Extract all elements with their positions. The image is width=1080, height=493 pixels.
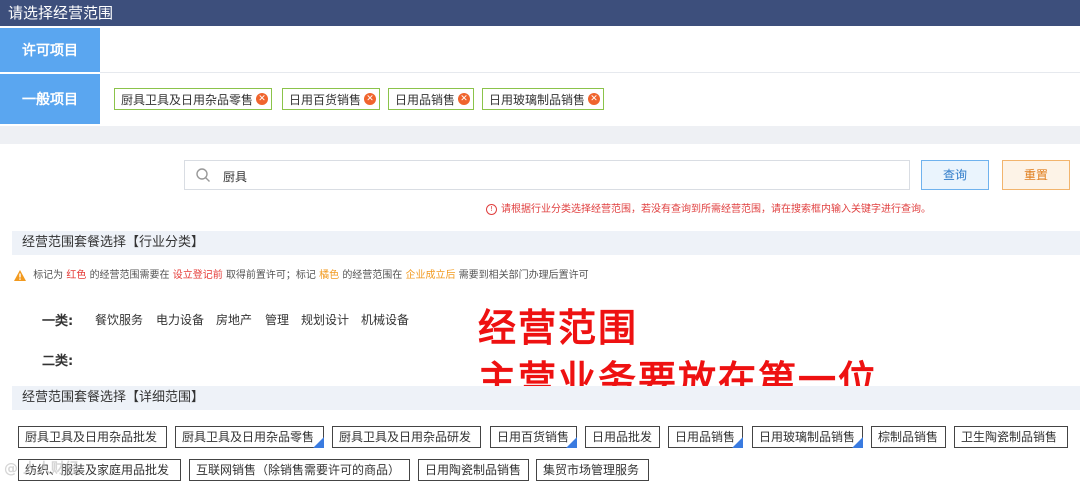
query-button[interactable]: 查询 bbox=[921, 160, 989, 190]
scope-chip[interactable]: 厨具卫具及日用杂品研发 bbox=[332, 426, 481, 448]
scope-chip[interactable]: 卫生陶瓷制品销售 bbox=[954, 426, 1068, 448]
remove-icon[interactable]: ✕ bbox=[588, 93, 601, 105]
class2-label: 二类: bbox=[42, 354, 74, 369]
licensed-items-label: 许可项目 bbox=[0, 28, 100, 72]
industry-option[interactable]: 电力设备 bbox=[156, 311, 204, 328]
selected-tag[interactable]: 日用百货销售 ✕ bbox=[282, 88, 381, 110]
scope-chip[interactable]: 厨具卫具及日用杂品批发 bbox=[18, 426, 167, 448]
search-icon bbox=[196, 168, 210, 182]
dialog-title: 请选择经营范围 bbox=[8, 4, 114, 22]
scope-chip-selected[interactable]: 厨具卫具及日用杂品零售 bbox=[175, 426, 324, 448]
industry-option[interactable]: 房地产 bbox=[216, 311, 252, 328]
detail-package-header: 经营范围套餐选择【详细范围】 bbox=[12, 386, 1080, 410]
remove-icon[interactable]: ✕ bbox=[364, 93, 377, 105]
info-icon: ! bbox=[486, 203, 497, 215]
warning-icon bbox=[14, 269, 26, 281]
scope-chip[interactable]: 日用品批发 bbox=[585, 426, 660, 448]
industry-option[interactable]: 机械设备 bbox=[361, 311, 409, 328]
scope-chip-selected[interactable]: 日用百货销售 bbox=[490, 426, 577, 448]
search-hint: ! 请根据行业分类选择经营范围，若没有查询到所需经营范围，请在搜索框内输入关键字进… bbox=[486, 200, 931, 215]
watermark: @ 人人财经 bbox=[4, 461, 79, 477]
permit-notice: 标记为 红色 的经营范围需要在 设立登记前 取得前置许可；标记 橘色 的经营范围… bbox=[14, 266, 589, 281]
scope-chip-selected[interactable]: 日用玻璃制品销售 bbox=[752, 426, 863, 448]
selected-tag[interactable]: 厨具卫具及日用杂品零售 ✕ bbox=[114, 88, 273, 110]
industry-option[interactable]: 餐饮服务 bbox=[95, 311, 143, 328]
scope-chip[interactable]: 互联网销售（除销售需要许可的商品） bbox=[189, 459, 410, 481]
overlay-annotation-line1: 经营范围 bbox=[478, 306, 639, 350]
reset-button[interactable]: 重置 bbox=[1002, 160, 1070, 190]
row-divider bbox=[100, 72, 1080, 73]
industry-option[interactable]: 管理 bbox=[265, 311, 289, 328]
industry-package-header: 经营范围套餐选择【行业分类】 bbox=[12, 231, 1080, 255]
remove-icon[interactable]: ✕ bbox=[458, 93, 471, 105]
general-items-label: 一般项目 bbox=[0, 74, 100, 124]
scope-chip[interactable]: 集贸市场管理服务 bbox=[536, 459, 649, 481]
remove-icon[interactable]: ✕ bbox=[256, 93, 269, 105]
section-spacer bbox=[0, 126, 1080, 144]
scope-chip[interactable]: 棕制品销售 bbox=[871, 426, 946, 448]
search-input[interactable] bbox=[221, 165, 885, 187]
class1-label: 一类: bbox=[42, 314, 74, 329]
selected-tag[interactable]: 日用玻璃制品销售 ✕ bbox=[482, 88, 605, 110]
selected-tag[interactable]: 日用品销售 ✕ bbox=[388, 88, 475, 110]
scope-chip[interactable]: 日用陶瓷制品销售 bbox=[418, 459, 529, 481]
scope-chip-selected[interactable]: 日用品销售 bbox=[668, 426, 743, 448]
industry-option[interactable]: 规划设计 bbox=[301, 311, 349, 328]
dialog-title-bar: 请选择经营范围 bbox=[0, 0, 1080, 26]
search-box[interactable] bbox=[184, 160, 910, 190]
